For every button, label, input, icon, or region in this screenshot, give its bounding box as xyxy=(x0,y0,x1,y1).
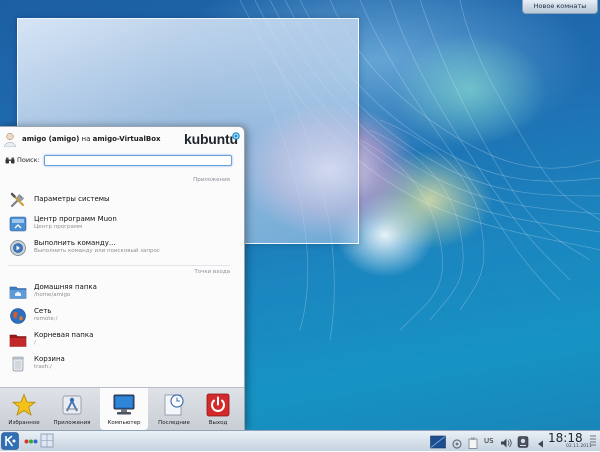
clipboard-icon[interactable] xyxy=(468,435,478,451)
system-settings-icon xyxy=(10,192,25,208)
user-host-line: amigo (amigo) на amigo-VirtualBox xyxy=(22,135,161,143)
search-row: Поиск: xyxy=(3,155,241,167)
clock-time[interactable]: 18:18 xyxy=(548,431,583,445)
list-item-root-folder[interactable]: Корневая папка / xyxy=(6,329,232,351)
list-item-system-settings[interactable]: Параметры системы xyxy=(6,189,232,211)
network-globe-icon xyxy=(10,308,26,324)
tab-applications[interactable]: Приложения xyxy=(48,388,96,430)
applications-icon xyxy=(62,395,82,415)
computer-icon xyxy=(113,394,135,415)
user-avatar-icon xyxy=(4,132,16,147)
tab-leave[interactable]: Выход xyxy=(194,388,242,430)
binoculars-icon xyxy=(5,157,15,164)
item-title: Домашняя папка xyxy=(34,283,97,291)
item-title: Параметры системы xyxy=(34,195,110,203)
activities-dots-icon[interactable] xyxy=(24,439,38,444)
item-title: Корзина xyxy=(34,355,65,363)
list-item-muon[interactable]: Центр программ Muon Центр программ xyxy=(6,213,232,235)
recent-clock-icon xyxy=(164,394,184,416)
item-subtitle: Выполнить команду или поисковый запрос xyxy=(34,248,160,254)
application-launcher: amigo (amigo) на amigo-VirtualBox kubunt… xyxy=(0,126,245,430)
tab-label: Компьютер xyxy=(107,420,141,426)
tab-label: Избранное xyxy=(8,420,40,426)
virtual-desktop-pager[interactable] xyxy=(40,433,54,448)
taskbar-panel: US 18:18 02.11.2011 xyxy=(0,430,600,451)
device-notifier-icon[interactable] xyxy=(517,434,529,450)
home-folder-icon xyxy=(9,286,27,299)
item-subtitle: / xyxy=(34,340,36,346)
power-icon xyxy=(206,393,230,417)
launcher-tab-bar: Избранное Приложения Компьютер Последние… xyxy=(0,387,244,430)
search-label: Поиск: xyxy=(17,156,40,164)
item-subtitle: remote:/ xyxy=(34,316,58,322)
show-desktop-icon[interactable] xyxy=(430,434,446,450)
item-subtitle: Центр программ xyxy=(34,224,83,230)
item-title: Корневая папка xyxy=(34,331,94,339)
tab-label: Приложения xyxy=(53,420,91,426)
tab-recent[interactable]: Последние xyxy=(150,388,198,430)
list-item-run-command[interactable]: Выполнить команду... Выполнить команду и… xyxy=(6,237,232,259)
root-folder-icon xyxy=(9,334,27,347)
item-title: Выполнить команду... xyxy=(34,239,116,247)
launcher-header: amigo (amigo) на amigo-VirtualBox kubunt… xyxy=(0,127,244,153)
activities-button[interactable]: Новое комнаты xyxy=(522,0,598,14)
item-title: Сеть xyxy=(34,307,52,315)
search-input[interactable] xyxy=(44,155,232,166)
list-item-network[interactable]: Сеть remote:/ xyxy=(6,305,232,327)
user-name: amigo (amigo) xyxy=(22,135,80,143)
item-title: Центр программ Muon xyxy=(34,215,117,223)
muon-software-center-icon xyxy=(9,216,27,232)
favorites-star-icon xyxy=(12,393,36,416)
kde-menu-button-icon[interactable] xyxy=(1,432,19,450)
panel-toolbox-icon[interactable] xyxy=(588,434,598,448)
section-divider xyxy=(8,265,230,266)
section-title-applications: Приложения xyxy=(193,177,230,183)
tab-computer[interactable]: Компьютер xyxy=(100,388,148,430)
list-item-trash[interactable]: Корзина trash:/ xyxy=(6,353,232,375)
tab-favorites[interactable]: Избранное xyxy=(0,388,48,430)
tab-label: Выход xyxy=(208,420,228,426)
trash-icon xyxy=(12,356,24,372)
item-subtitle: /home/amigo xyxy=(34,292,71,298)
tab-label: Последние xyxy=(158,420,190,426)
kubuntu-logo: kubuntu xyxy=(184,131,238,147)
volume-icon[interactable] xyxy=(500,435,512,451)
host-name: amigo-VirtualBox xyxy=(92,135,161,143)
keyboard-layout-indicator[interactable]: US xyxy=(484,433,494,449)
user-host-connector: на xyxy=(81,135,91,143)
run-command-icon xyxy=(10,240,26,256)
kubuntu-mark-icon xyxy=(232,132,240,140)
section-title-places: Точки входа xyxy=(194,269,230,275)
item-subtitle: trash:/ xyxy=(34,364,52,370)
list-item-home-folder[interactable]: Домашняя папка /home/amigo xyxy=(6,281,232,303)
